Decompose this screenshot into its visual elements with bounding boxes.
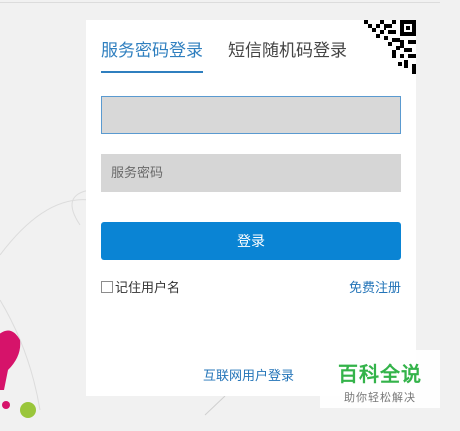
register-link[interactable]: 免费注册 [349,277,401,296]
login-button[interactable]: 登录 [101,222,401,260]
remember-username: 记住用户名 [101,277,180,296]
login-panel: 服务密码登录 短信随机码登录 登录 记住用户名 免费注册 互联网用户登录 [86,20,416,396]
remember-label: 记住用户名 [115,281,181,296]
internet-user-login-link[interactable]: 互联网用户登录 [203,365,294,384]
tab-service-password[interactable]: 服务密码登录 [101,40,203,73]
pink-balloon-shape [0,330,21,390]
watermark-subtitle: 助你轻松解决 [344,391,416,404]
watermark-title: 百科全说 [338,362,422,386]
tab-sms-code[interactable]: 短信随机码登录 [228,40,347,62]
login-page: 服务密码登录 短信随机码登录 登录 记住用户名 免费注册 互联网用户登录 [0,0,460,431]
qr-code-icon[interactable] [362,20,416,74]
account-input[interactable] [101,96,401,134]
pink-dot-shape [2,401,10,409]
green-dot-shape [20,402,36,418]
service-password-input[interactable] [101,154,401,192]
remember-checkbox[interactable] [101,280,113,293]
watermark-logo: 百科全说 助你轻松解决 [320,350,440,408]
